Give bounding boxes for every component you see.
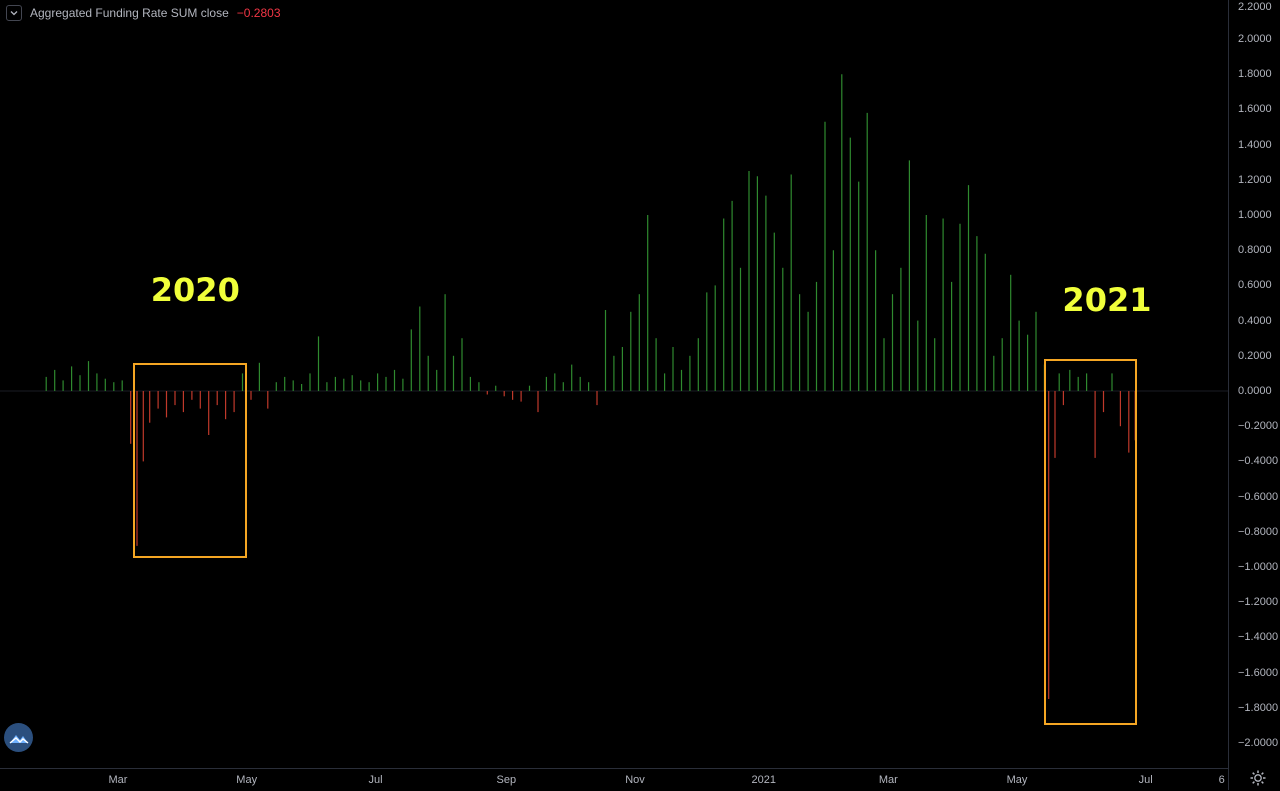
time-scale[interactable]: Mar May Jul Sep Nov 2021 Mar May Jul 6	[0, 768, 1228, 791]
y-tick-label: 0.8000	[1238, 244, 1272, 257]
x-tick-label: Jul	[1138, 774, 1153, 786]
x-tick-label: Sep	[496, 774, 517, 786]
annotation-label-2020: 2020	[150, 270, 240, 309]
y-tick-label: 2.0000	[1238, 33, 1272, 45]
x-tick-label: 2021	[751, 774, 777, 786]
y-tick-label: 0.2000	[1238, 349, 1272, 362]
y-tick-label: −2.0000	[1238, 737, 1279, 749]
y-tick-label: 0.6000	[1238, 279, 1272, 292]
series-last-value: −0.2803	[236, 6, 281, 20]
y-tick-label: −1.6000	[1238, 666, 1279, 679]
y-tick-label: −0.6000	[1238, 490, 1279, 503]
legend-toggle-button[interactable]	[6, 5, 22, 21]
y-tick-label: 1.0000	[1238, 209, 1272, 221]
y-tick-label: −0.4000	[1238, 455, 1279, 468]
series-title: Aggregated Funding Rate SUM close	[30, 6, 229, 20]
x-tick-label: 6	[1218, 774, 1225, 786]
y-tick-label: 1.2000	[1238, 173, 1272, 186]
y-tick-label: −1.8000	[1238, 701, 1279, 714]
chevron-down-icon	[10, 11, 18, 16]
y-tick-label: −1.0000	[1238, 561, 1279, 573]
y-tick-label: 0.0000	[1238, 385, 1272, 397]
price-scale[interactable]: 2.2000 2.0000 1.8000 1.6000 1.4000 1.2000 1.00…	[1228, 0, 1280, 790]
y-tick-label: 0.4000	[1238, 314, 1272, 327]
x-tick-label: May	[236, 774, 258, 786]
gear-icon[interactable]	[1249, 769, 1267, 787]
y-tick-label: 2.2000	[1238, 1, 1272, 13]
y-tick-label: 1.8000	[1238, 68, 1272, 81]
x-tick-label: Mar	[108, 774, 128, 786]
highlight-box-2020	[132, 362, 247, 559]
highlight-box-2021	[1044, 359, 1138, 726]
annotation-label-2021: 2021	[1062, 281, 1152, 320]
y-tick-label: −1.4000	[1238, 631, 1279, 644]
y-tick-label: 1.6000	[1238, 103, 1272, 116]
y-tick-label: 1.4000	[1238, 138, 1272, 151]
x-tick-label: Nov	[625, 774, 645, 786]
y-tick-label: −0.2000	[1238, 420, 1279, 433]
x-tick-label: May	[1006, 774, 1028, 786]
x-tick-label: Mar	[878, 774, 898, 786]
x-tick-label: Jul	[368, 774, 383, 786]
logo-button[interactable]	[4, 723, 33, 752]
legend: Aggregated Funding Rate SUM close −0.280…	[6, 3, 281, 23]
logo-icon	[9, 734, 28, 744]
y-tick-label: −1.2000	[1238, 596, 1279, 609]
y-tick-label: −0.8000	[1238, 525, 1279, 538]
